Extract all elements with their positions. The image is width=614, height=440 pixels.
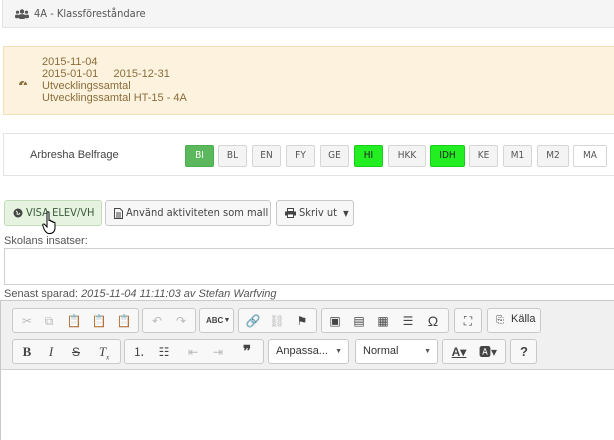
maximize-icon[interactable]: ⛶ <box>460 313 476 329</box>
editor-content-area[interactable] <box>1 370 614 440</box>
subject-button-hi[interactable]: HI <box>354 145 383 167</box>
activity-type: Utvecklingssamtal <box>42 80 131 92</box>
page-header: 4A - Klassföreståndare <box>2 0 614 28</box>
undo-group: ↶ ↷ <box>142 308 196 333</box>
table-icon[interactable]: ▦ <box>375 313 391 329</box>
styles-dropdown[interactable]: Anpassa... ▼ <box>268 339 349 364</box>
link-icon[interactable]: 🔗 <box>245 313 261 329</box>
activity-name: Utvecklingssamtal HT-15 - 4A <box>42 92 187 104</box>
styles-dropdown-value: Anpassa... <box>276 345 328 357</box>
subject-button-ge[interactable]: GE <box>320 145 349 167</box>
styles-caret-icon: ▼ <box>335 348 342 355</box>
bold-button[interactable]: B <box>19 344 35 360</box>
horizontal-line-icon[interactable]: ☰ <box>400 313 416 329</box>
help-group: ? <box>510 339 537 364</box>
italic-button[interactable]: I <box>43 344 59 360</box>
subject-button-ma[interactable]: MA <box>573 145 607 167</box>
subject-button-hkk[interactable]: HKK <box>388 145 426 167</box>
bg-color-icon[interactable]: 🅰▾ <box>477 344 499 360</box>
maximize-group: ⛶ <box>454 308 482 333</box>
subject-button-m2[interactable]: M2 <box>537 145 569 167</box>
strikethrough-button[interactable]: S <box>68 344 84 360</box>
paste-word-icon[interactable]: 📋 <box>116 313 132 329</box>
insatser-label: Skolans insatser: <box>4 235 88 247</box>
basic-styles-group: B I S Tx <box>12 339 121 364</box>
help-button[interactable]: ? <box>516 344 532 360</box>
show-student-label: VISA ELEV/VH <box>26 206 95 219</box>
unlink-icon[interactable]: ⛓ <box>269 313 285 329</box>
print-dropdown-button[interactable]: Skriv ut ▼ <box>276 200 354 226</box>
source-button[interactable]: ⎘ Källa <box>487 308 541 333</box>
source-label: Källa <box>511 313 536 325</box>
use-template-label: Använd aktiviteten som mall <box>126 206 269 219</box>
subject-button-ke[interactable]: KE <box>469 145 498 167</box>
caret-down-icon: ▼ <box>343 209 349 218</box>
blockquote-icon[interactable]: ❞ <box>239 344 255 360</box>
link-group: 🔗 ⛓ ⚑ <box>238 308 317 333</box>
list-group: ⒈ ☷ ⇤ ⇥ ❞ <box>124 339 264 364</box>
redo-icon[interactable]: ↷ <box>173 313 189 329</box>
subject-button-fy[interactable]: FY <box>286 145 315 167</box>
insatser-input[interactable] <box>4 248 614 285</box>
activity-period: 2015-01-01 2015-12-31 <box>42 68 170 80</box>
source-icon: ⎘ <box>496 315 504 326</box>
special-char-icon[interactable]: Ω <box>425 313 441 329</box>
file-text-icon <box>114 207 123 219</box>
subject-button-idh[interactable]: IDH <box>430 145 465 167</box>
anchor-flag-icon[interactable]: ⚑ <box>294 313 310 329</box>
format-dropdown-value: Normal <box>363 345 399 357</box>
numbered-list-icon[interactable]: ⒈ <box>131 344 147 360</box>
printer-icon <box>285 208 296 218</box>
flash-icon[interactable]: ▤ <box>351 313 367 329</box>
editor-toolbar: ✂ ⧉ 📋 📋 📋 ↶ ↷ ABC ▼ 🔗 ⛓ ⚑ ▣ ▤ ▦ ☰ Ω ⛶ ⎘ … <box>1 301 614 370</box>
color-group: A▾ 🅰▾ <box>442 339 506 364</box>
indent-icon[interactable]: ⇥ <box>210 344 226 360</box>
undo-icon[interactable]: ↶ <box>149 313 165 329</box>
dashboard-icon <box>19 80 27 85</box>
rich-text-editor: ✂ ⧉ 📋 📋 📋 ↶ ↷ ABC ▼ 🔗 ⛓ ⚑ ▣ ▤ ▦ ☰ Ω ⛶ ⎘ … <box>0 300 614 440</box>
globe-icon <box>13 208 23 218</box>
activity-date: 2015-11-04 <box>42 56 98 68</box>
activity-info-panel: 2015-11-04 2015-01-01 2015-12-31 Utveckl… <box>3 46 614 115</box>
paste-text-icon[interactable]: 📋 <box>91 313 107 329</box>
users-icon <box>15 9 29 19</box>
bulleted-list-icon[interactable]: ☷ <box>156 344 172 360</box>
student-subject-row: Arbresha Belfrage BI BL EN FY GE HI HKK … <box>3 133 614 176</box>
subject-button-en[interactable]: EN <box>252 145 281 167</box>
insert-group: ▣ ▤ ▦ ☰ Ω <box>321 308 449 333</box>
spellcheck-group: ABC ▼ <box>199 308 234 333</box>
spellcheck-caret-icon[interactable]: ▼ <box>219 313 235 329</box>
remove-format-icon[interactable]: Tx <box>96 344 112 362</box>
outdent-icon[interactable]: ⇤ <box>185 344 201 360</box>
hand-cursor-icon <box>42 211 56 234</box>
page-title: 4A - Klassföreståndare <box>34 7 146 20</box>
format-dropdown[interactable]: Normal ▼ <box>355 339 438 364</box>
subject-button-bl[interactable]: BL <box>218 145 247 167</box>
subject-button-m1[interactable]: M1 <box>503 145 532 167</box>
last-saved-value: 2015-11-04 11:11:03 av Stefan Warfving <box>81 288 277 300</box>
use-template-button[interactable]: Använd aktiviteten som mall <box>105 200 271 226</box>
print-label: Skriv ut <box>299 206 337 219</box>
cut-icon[interactable]: ✂ <box>19 313 35 329</box>
copy-icon[interactable]: ⧉ <box>41 313 57 329</box>
student-name: Arbresha Belfrage <box>30 149 119 161</box>
text-color-icon[interactable]: A▾ <box>448 344 470 360</box>
last-saved-text: Senast sparad: 2015-11-04 11:11:03 av St… <box>4 288 277 300</box>
image-icon[interactable]: ▣ <box>327 313 343 329</box>
last-saved-label: Senast sparad: <box>4 288 78 300</box>
clipboard-group: ✂ ⧉ 📋 📋 📋 <box>12 308 139 333</box>
subject-button-bi[interactable]: BI <box>185 145 214 167</box>
format-caret-icon: ▼ <box>424 348 431 355</box>
paste-icon[interactable]: 📋 <box>66 313 82 329</box>
